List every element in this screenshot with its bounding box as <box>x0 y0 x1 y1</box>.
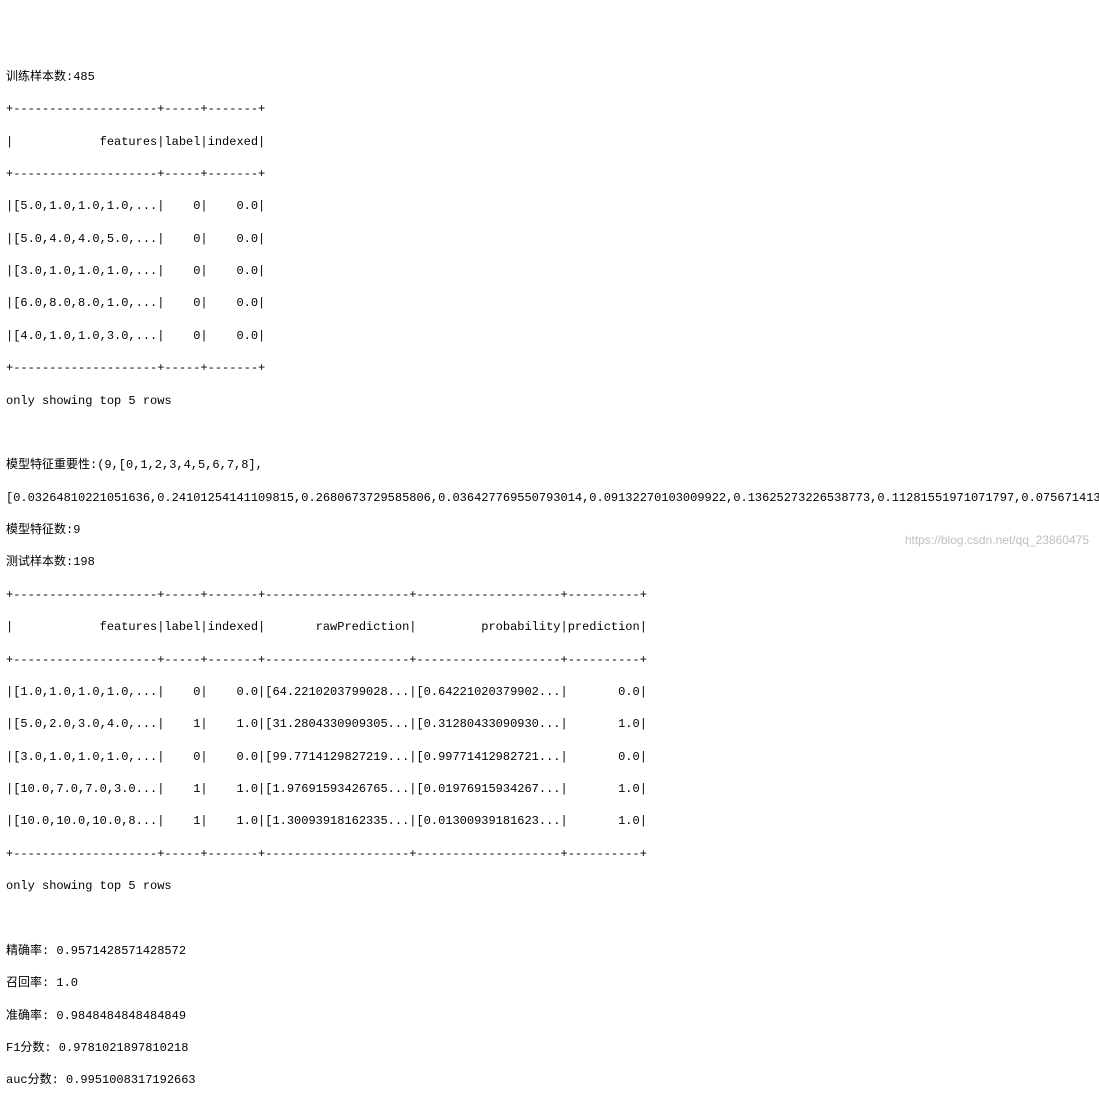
only-top-5-note: only showing top 5 rows <box>6 878 1093 894</box>
table-row: |[4.0,1.0,1.0,3.0,...| 0| 0.0| <box>6 328 1093 344</box>
test-sample-count: 测试样本数:198 <box>6 554 1093 570</box>
table-row: |[10.0,10.0,10.0,8...| 1| 1.0|[1.3009391… <box>6 813 1093 829</box>
blank-line <box>6 911 1093 927</box>
table-row: |[10.0,7.0,7.0,3.0...| 1| 1.0|[1.9769159… <box>6 781 1093 797</box>
table1-separator-top: +--------------------+-----+-------+ <box>6 101 1093 117</box>
table2-header: | features|label|indexed| rawPrediction|… <box>6 619 1093 635</box>
only-top-5-note: only showing top 5 rows <box>6 393 1093 409</box>
table1-separator-bottom: +--------------------+-----+-------+ <box>6 360 1093 376</box>
table2-separator-bottom: +--------------------+-----+-------+----… <box>6 846 1093 862</box>
table-row: |[5.0,2.0,3.0,4.0,...| 1| 1.0|[31.280433… <box>6 716 1093 732</box>
f1-line: F1分数: 0.9781021897810218 <box>6 1040 1093 1056</box>
feature-importance-values: [0.03264810221051636,0.24101254141109815… <box>6 490 1093 506</box>
blank-line <box>6 425 1093 441</box>
accuracy-line: 准确率: 0.9848484848484849 <box>6 1008 1093 1024</box>
table-row: |[5.0,4.0,4.0,5.0,...| 0| 0.0| <box>6 231 1093 247</box>
table2-separator-mid: +--------------------+-----+-------+----… <box>6 652 1093 668</box>
table-row: |[3.0,1.0,1.0,1.0,...| 0| 0.0| <box>6 263 1093 279</box>
train-sample-count: 训练样本数:485 <box>6 69 1093 85</box>
table-row: |[1.0,1.0,1.0,1.0,...| 0| 0.0|[64.221020… <box>6 684 1093 700</box>
auc-line: auc分数: 0.9951008317192663 <box>6 1072 1093 1088</box>
table-row: |[5.0,1.0,1.0,1.0,...| 0| 0.0| <box>6 198 1093 214</box>
watermark-url: https://blog.csdn.net/qq_23860475 <box>905 532 1089 548</box>
table1-separator-mid: +--------------------+-----+-------+ <box>6 166 1093 182</box>
recall-line: 召回率: 1.0 <box>6 975 1093 991</box>
table2-separator-top: +--------------------+-----+-------+----… <box>6 587 1093 603</box>
table-row: |[3.0,1.0,1.0,1.0,...| 0| 0.0|[99.771412… <box>6 749 1093 765</box>
table-row: |[6.0,8.0,8.0,1.0,...| 0| 0.0| <box>6 295 1093 311</box>
precision-line: 精确率: 0.9571428571428572 <box>6 943 1093 959</box>
feature-importance-label: 模型特征重要性:(9,[0,1,2,3,4,5,6,7,8], <box>6 457 1093 473</box>
table1-header: | features|label|indexed| <box>6 134 1093 150</box>
